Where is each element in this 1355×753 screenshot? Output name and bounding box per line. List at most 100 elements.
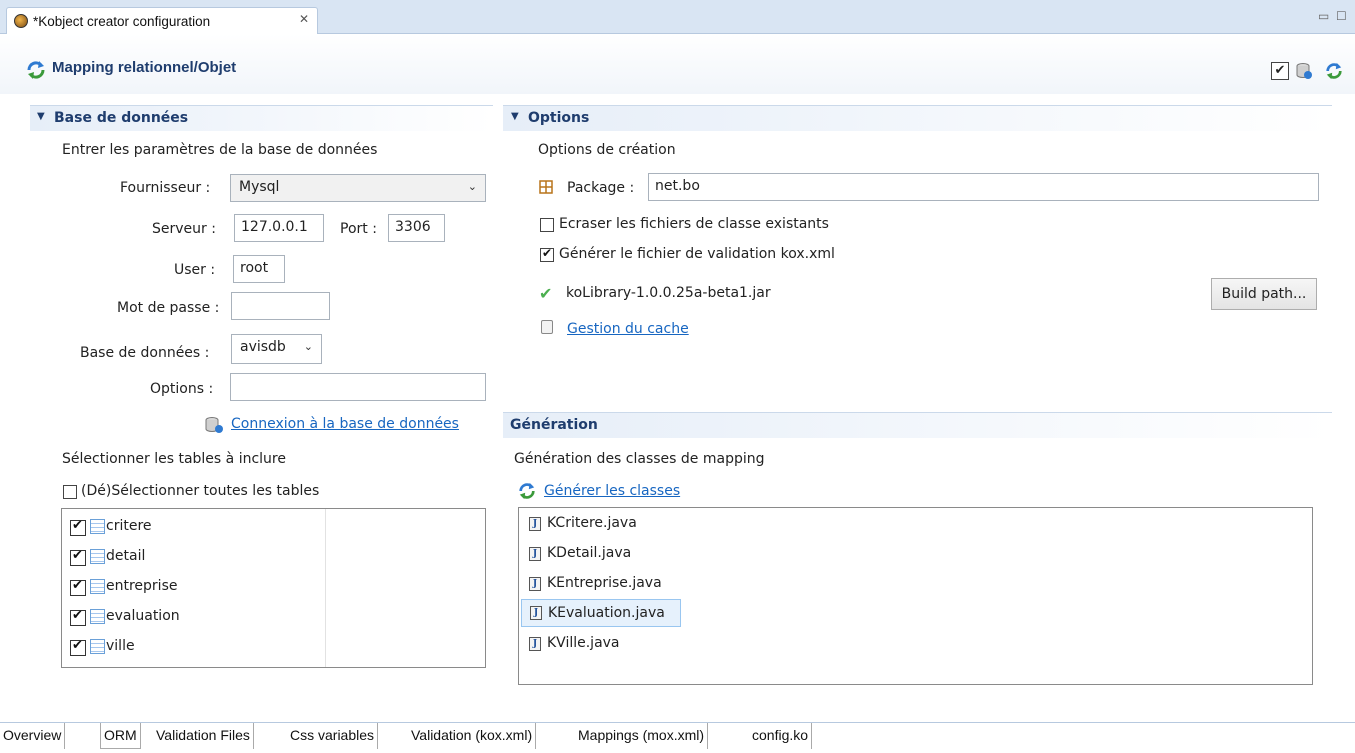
tab-validation-kox[interactable]: Validation (kox.xml) xyxy=(408,723,537,749)
dbname-value: avisdb xyxy=(240,339,286,355)
options-section-header[interactable] xyxy=(503,105,1332,131)
tab-orm[interactable]: ORM xyxy=(100,723,141,749)
table-checkbox[interactable] xyxy=(70,608,86,626)
class-name: KCritere.java xyxy=(547,515,637,531)
list-item[interactable]: J KVille.java xyxy=(519,631,679,657)
maximize-icon[interactable]: ☐ xyxy=(1336,10,1350,22)
options-label: Options : xyxy=(150,381,214,397)
database-section-title: Base de données xyxy=(54,110,189,126)
list-item[interactable]: J KCritere.java xyxy=(519,511,679,537)
port-field[interactable]: 3306 xyxy=(388,214,445,242)
server-field[interactable]: 127.0.0.1 xyxy=(234,214,324,242)
overwrite-checkbox[interactable] xyxy=(540,218,554,232)
generate-icon xyxy=(519,482,535,500)
validate-icon[interactable]: ✔ xyxy=(1271,62,1289,80)
table-icon xyxy=(90,549,105,564)
page-title: Mapping relationnel/Objet xyxy=(52,59,237,76)
chevron-down-icon: ⌄ xyxy=(303,340,313,353)
refresh-mapping-icon xyxy=(27,61,45,79)
table-row[interactable]: entreprise xyxy=(62,574,485,600)
user-label: User : xyxy=(174,262,216,278)
table-icon xyxy=(90,519,105,534)
table-row[interactable]: evaluation xyxy=(62,604,485,630)
editor-tab[interactable]: *Kobject creator configuration ✕ xyxy=(6,7,318,35)
list-item[interactable]: J KEntreprise.java xyxy=(519,571,689,597)
check-icon: ✔ xyxy=(539,284,553,303)
kobject-editor-icon xyxy=(14,14,28,28)
package-icon xyxy=(539,180,553,194)
minimize-icon[interactable]: ▭ xyxy=(1318,10,1332,22)
chevron-down-icon: ⌄ xyxy=(467,180,477,193)
table-name: entreprise xyxy=(106,578,178,594)
select-tables-label: Sélectionner les tables à inclure xyxy=(62,451,286,467)
tab-validation-files[interactable]: Validation Files xyxy=(153,723,254,749)
database-icon[interactable] xyxy=(1295,62,1313,80)
refresh-icon[interactable] xyxy=(1325,62,1343,80)
generate-classes-link[interactable]: Générer les classes xyxy=(544,483,680,499)
password-field[interactable] xyxy=(231,292,330,320)
table-icon xyxy=(90,639,105,654)
table-name: ville xyxy=(106,638,135,654)
cache-link[interactable]: Gestion du cache xyxy=(567,321,689,337)
collapse-icon[interactable]: ▼ xyxy=(37,111,45,122)
overwrite-label: Ecraser les fichiers de classe existants xyxy=(559,216,829,232)
tab-config-ko[interactable]: config.ko xyxy=(749,723,813,749)
table-row[interactable]: detail xyxy=(62,544,485,570)
package-field[interactable]: net.bo xyxy=(648,173,1319,201)
tab-overview[interactable]: Overview xyxy=(0,723,66,749)
provider-label: Fournisseur : xyxy=(120,180,211,196)
class-name: KEvaluation.java xyxy=(548,605,665,621)
java-file-icon: J xyxy=(529,637,541,651)
page-tabs: Overview ORM Validation Files Css variab… xyxy=(0,722,1355,753)
cache-icon xyxy=(541,320,553,334)
validation-label: Générer le fichier de validation kox.xml xyxy=(559,246,835,262)
java-file-icon: J xyxy=(530,606,542,620)
options-section-title: Options xyxy=(528,110,590,126)
dbname-select[interactable]: avisdb ⌄ xyxy=(231,334,322,364)
table-name: evaluation xyxy=(106,608,180,624)
table-icon xyxy=(90,579,105,594)
options-description: Options de création xyxy=(538,142,676,158)
library-label: koLibrary-1.0.0.25a-beta1.jar xyxy=(566,285,771,301)
provider-select[interactable]: Mysql ⌄ xyxy=(230,174,486,202)
list-item[interactable]: J KDetail.java xyxy=(519,541,679,567)
tables-list[interactable]: critere detail entreprise evaluation vil… xyxy=(61,508,486,668)
port-label: Port : xyxy=(340,221,377,237)
collapse-icon[interactable]: ▼ xyxy=(511,111,519,122)
generated-classes-list[interactable]: J KCritere.java J KDetail.java J KEntrep… xyxy=(518,507,1313,685)
generation-section-header xyxy=(503,412,1332,438)
table-checkbox[interactable] xyxy=(70,578,86,596)
generation-section-title: Génération xyxy=(510,417,598,433)
table-checkbox[interactable] xyxy=(70,638,86,656)
tab-mappings-mox[interactable]: Mappings (mox.xml) xyxy=(575,723,709,749)
list-item-selected[interactable]: J KEvaluation.java xyxy=(521,599,681,627)
database-connect-icon xyxy=(205,417,223,433)
table-checkbox[interactable] xyxy=(70,548,86,566)
build-path-button[interactable]: Build path... xyxy=(1211,278,1317,310)
validation-checkbox[interactable] xyxy=(540,246,554,262)
table-name: critere xyxy=(106,518,152,534)
java-file-icon: J xyxy=(529,517,541,531)
java-file-icon: J xyxy=(529,577,541,591)
server-label: Serveur : xyxy=(152,221,216,237)
dbname-label: Base de données : xyxy=(80,345,210,361)
options-field[interactable] xyxy=(230,373,486,401)
class-name: KDetail.java xyxy=(547,545,632,561)
editor-tab-title: *Kobject creator configuration xyxy=(33,14,211,29)
package-label: Package : xyxy=(567,180,635,196)
connect-database-link[interactable]: Connexion à la base de données xyxy=(231,416,459,432)
java-file-icon: J xyxy=(529,547,541,561)
class-name: KVille.java xyxy=(547,635,620,651)
provider-value: Mysql xyxy=(239,179,280,195)
table-name: detail xyxy=(106,548,146,564)
class-name: KEntreprise.java xyxy=(547,575,662,591)
user-field[interactable]: root xyxy=(233,255,285,283)
table-row[interactable]: critere xyxy=(62,514,485,540)
close-icon[interactable]: ✕ xyxy=(299,12,309,26)
table-row[interactable]: ville xyxy=(62,634,485,660)
table-checkbox[interactable] xyxy=(70,518,86,536)
tab-css-variables[interactable]: Css variables xyxy=(287,723,379,749)
select-all-checkbox[interactable] xyxy=(63,485,77,499)
password-label: Mot de passe : xyxy=(117,300,220,316)
select-all-label: (Dé)Sélectionner toutes les tables xyxy=(81,483,320,499)
